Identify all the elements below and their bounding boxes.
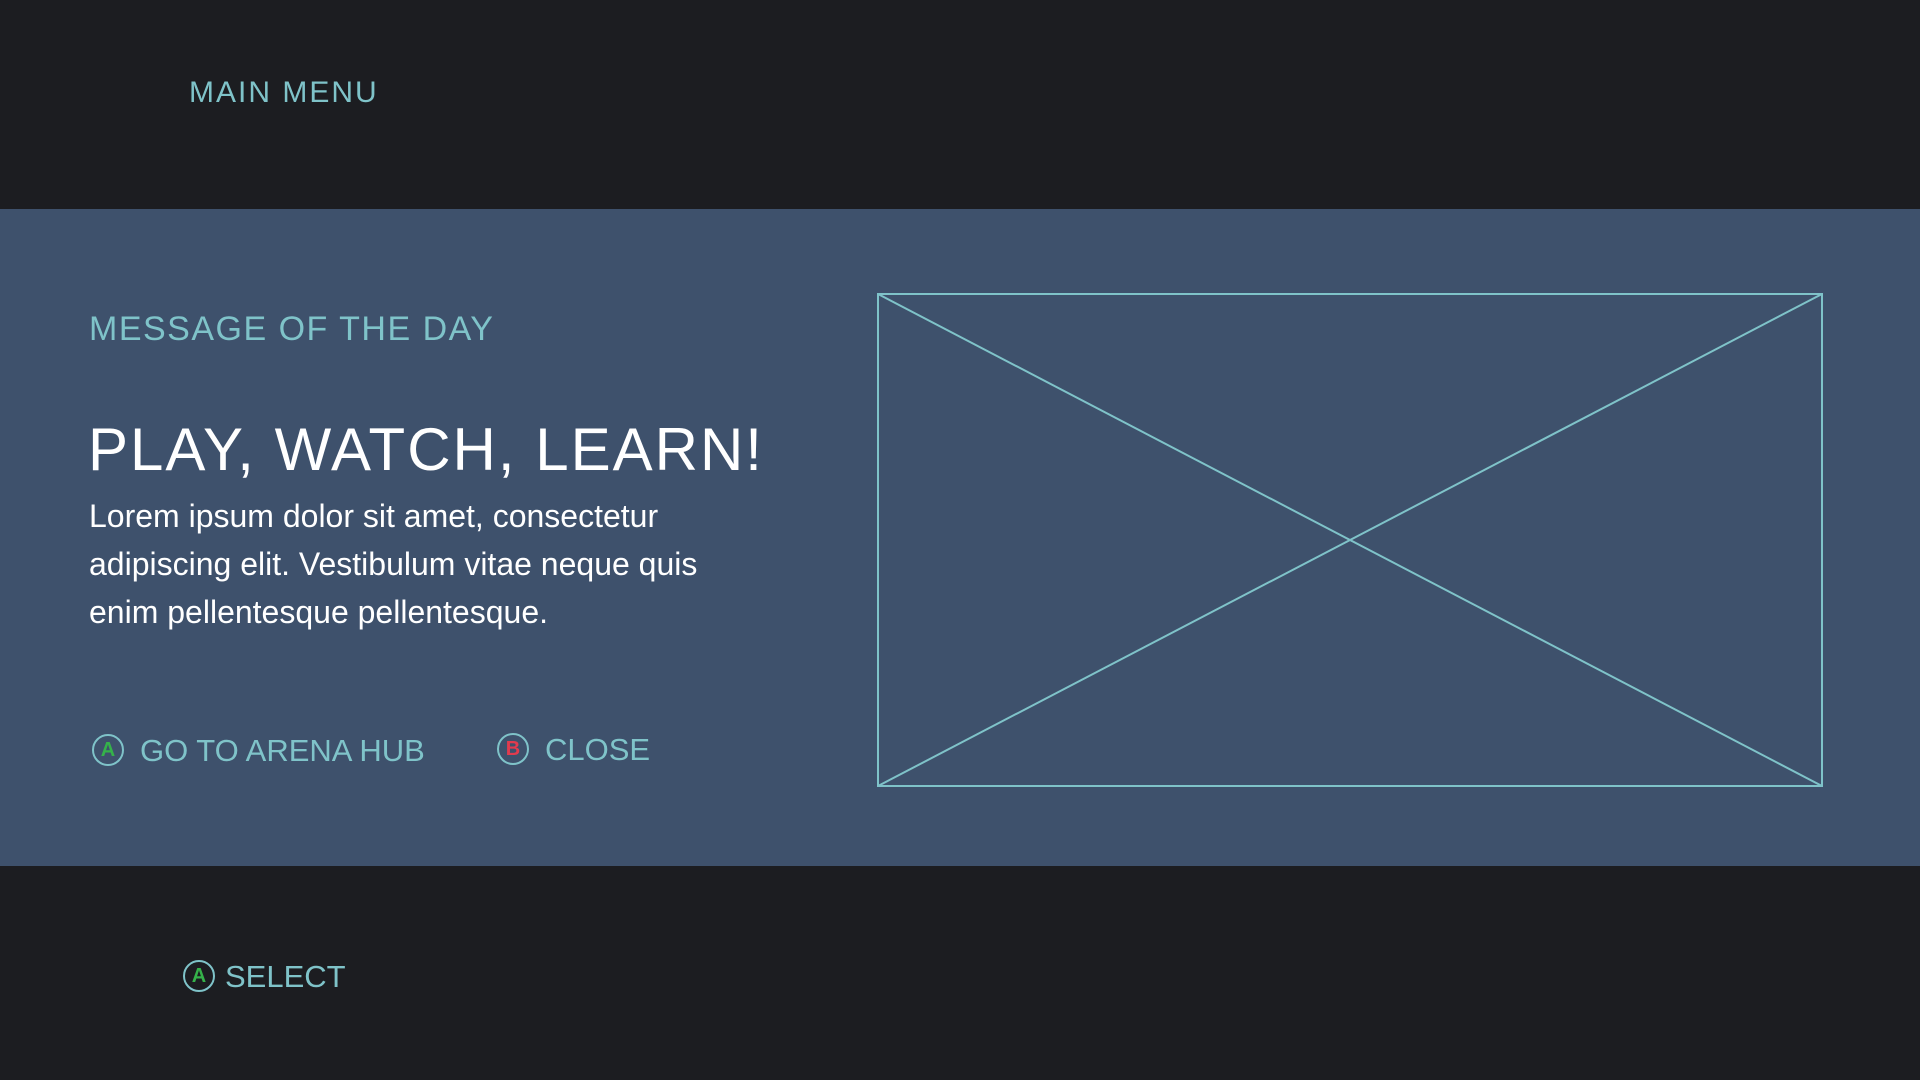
a-button-icon: A — [183, 960, 215, 992]
image-placeholder-graphic — [877, 293, 1823, 787]
go-to-arena-hub-button[interactable]: A GO TO ARENA HUB — [92, 730, 425, 770]
select-hint[interactable]: A SELECT — [183, 956, 346, 996]
go-to-arena-hub-label: GO TO ARENA HUB — [140, 732, 425, 768]
b-button-icon: B — [497, 733, 529, 765]
motd-headline: PLAY, WATCH, LEARN! — [88, 416, 764, 483]
select-label: SELECT — [225, 958, 346, 994]
close-button[interactable]: B CLOSE — [497, 729, 650, 769]
motd-body: Lorem ipsum dolor sit amet, consectetur … — [89, 498, 698, 630]
main-menu-screen: MAIN MENU MESSAGE OF THE DAY PLAY, WATCH… — [0, 0, 1920, 1080]
a-button-icon: A — [92, 734, 124, 766]
close-label: CLOSE — [545, 731, 651, 767]
motd-label: MESSAGE OF THE DAY — [89, 310, 495, 348]
page-title: MAIN MENU — [189, 76, 379, 109]
image-placeholder-icon — [877, 293, 1823, 787]
